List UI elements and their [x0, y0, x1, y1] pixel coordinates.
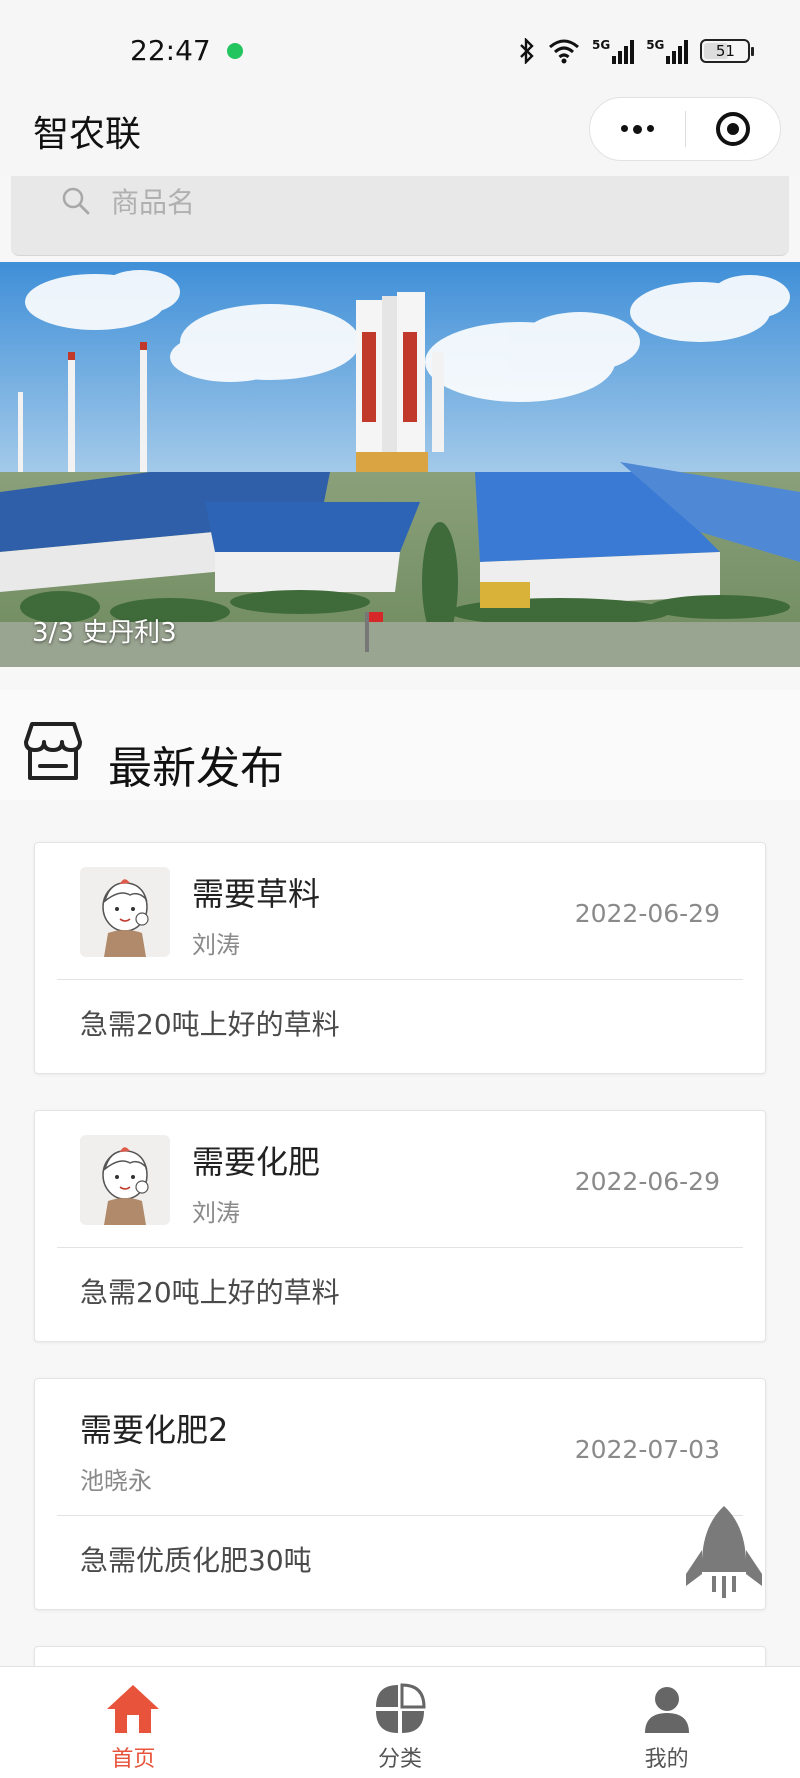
search-icon: [62, 187, 90, 215]
category-icon: [376, 1683, 426, 1733]
post-card[interactable]: 需要草料 刘涛 2022-06-29 急需20吨上好的草料: [34, 842, 766, 1074]
battery-level: 51: [715, 42, 735, 60]
banner-carousel[interactable]: 3/3 史丹利3: [0, 262, 800, 667]
user-icon: [644, 1687, 689, 1733]
status-bar: 22:47 5G 5G 51: [0, 0, 800, 100]
search-bar[interactable]: [11, 176, 789, 256]
section-title: 最新发布: [108, 743, 284, 794]
post-title: 需要草料: [192, 875, 321, 913]
more-menu-button[interactable]: [590, 124, 685, 134]
post-description: 急需20吨上好的草料: [80, 1008, 340, 1041]
status-icons: 5G 5G 51: [518, 34, 755, 68]
post-date: 2022-06-29: [574, 1167, 720, 1196]
status-time: 22:47: [130, 34, 211, 67]
tab-home[interactable]: 首页: [0, 1667, 267, 1778]
wifi-icon: [549, 39, 579, 64]
tab-label: 分类: [378, 1747, 423, 1772]
tab-label: 我的: [644, 1747, 689, 1772]
avatar-illustration: [80, 1135, 170, 1225]
post-description: 急需优质化肥30吨: [80, 1544, 312, 1577]
tab-label: 首页: [111, 1747, 156, 1772]
miniprogram-capsule: [589, 97, 781, 161]
card-divider: [57, 1515, 743, 1516]
close-miniprogram-button[interactable]: [686, 112, 780, 146]
search-input[interactable]: [111, 182, 711, 222]
post-card[interactable]: 需要化肥 刘涛 2022-06-29 急需20吨上好的草料: [34, 1110, 766, 1342]
tab-category[interactable]: 分类: [267, 1667, 534, 1778]
notification-dot-icon: [227, 43, 243, 59]
signal-2-icon: 5G: [646, 38, 689, 64]
banner-image: [0, 262, 800, 667]
post-description: 急需20吨上好的草料: [80, 1276, 340, 1309]
bluetooth-icon: [520, 38, 534, 64]
back-to-top-rocket-icon[interactable]: [678, 1502, 770, 1618]
tab-mine[interactable]: 我的: [533, 1667, 800, 1778]
post-title: 需要化肥2: [80, 1411, 229, 1449]
home-icon: [107, 1685, 160, 1733]
card-divider: [57, 979, 743, 980]
post-author: 刘涛: [192, 1199, 240, 1227]
post-title: 需要化肥: [192, 1143, 321, 1181]
avatar: [80, 1135, 170, 1225]
post-author: 刘涛: [192, 931, 240, 959]
store-icon: [24, 722, 82, 780]
avatar-illustration: [80, 867, 170, 957]
tab-bar: 首页 分类 我的: [0, 1666, 800, 1778]
avatar: [80, 867, 170, 957]
target-icon: [715, 112, 750, 146]
post-date: 2022-06-29: [574, 899, 720, 928]
post-author: 池晓永: [80, 1467, 152, 1495]
signal-1-icon: 5G: [592, 38, 635, 64]
post-date: 2022-07-03: [574, 1435, 720, 1464]
network-type-1: 5G: [592, 38, 611, 52]
post-card[interactable]: 需要化肥2 池晓永 2022-07-03 急需优质化肥30吨: [34, 1378, 766, 1610]
page-title: 智农联: [33, 114, 142, 155]
network-type-2: 5G: [646, 38, 665, 52]
card-divider: [57, 1247, 743, 1248]
battery-icon: 51: [700, 39, 755, 63]
banner-caption: 3/3 史丹利3: [32, 618, 177, 648]
